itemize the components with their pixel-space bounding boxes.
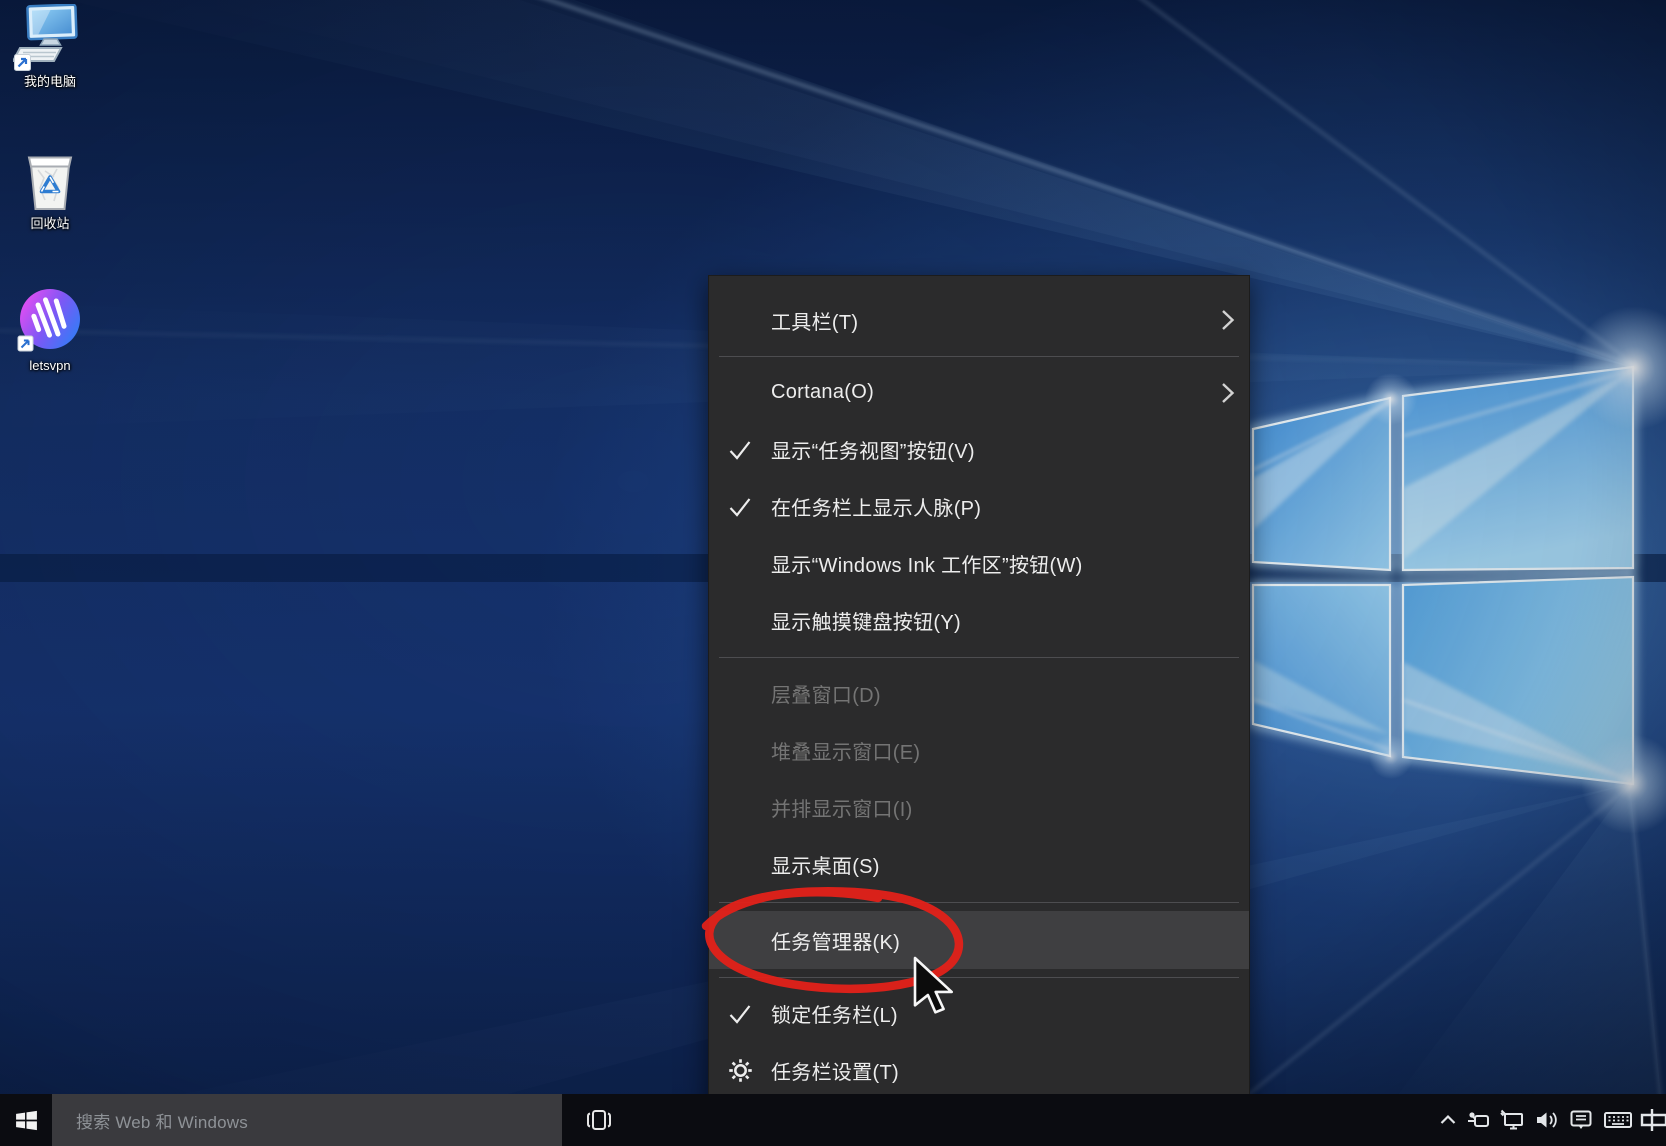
taskbar-context-menu: 工具栏(T) Cortana(O) 显示“任务视图”按钮(V) 在任务栏上显示人… xyxy=(708,275,1250,1120)
gear-icon xyxy=(725,1058,755,1084)
desktop: 我的电脑 回收站 xyxy=(0,0,1666,1146)
windows-logo-icon xyxy=(14,1108,39,1133)
menu-item-taskbar-settings[interactable]: 任务栏设置(T) xyxy=(709,1042,1249,1099)
menu-separator xyxy=(709,893,1249,911)
usb-device-icon[interactable] xyxy=(1462,1094,1496,1146)
ime-icon[interactable] xyxy=(1638,1094,1666,1146)
menu-item-task-manager[interactable]: 任务管理器(K) xyxy=(709,911,1249,969)
checkmark-icon xyxy=(725,494,755,520)
menu-item-label: 任务管理器(K) xyxy=(771,926,900,955)
network-icon[interactable] xyxy=(1496,1094,1530,1146)
menu-item-label: 显示“任务视图”按钮(V) xyxy=(771,435,975,464)
menu-item-toolbars[interactable]: 工具栏(T) xyxy=(709,292,1249,348)
volume-icon[interactable] xyxy=(1530,1094,1564,1146)
checkmark-icon xyxy=(725,1001,755,1027)
menu-item-label: 层叠窗口(D) xyxy=(771,679,881,708)
letsvpn-icon xyxy=(15,288,85,356)
menu-item-cascade-windows: 层叠窗口(D) xyxy=(709,665,1249,722)
menu-separator xyxy=(709,348,1249,364)
menu-item-label: 锁定任务栏(L) xyxy=(771,999,898,1028)
hidden-icons-chevron[interactable] xyxy=(1434,1094,1462,1146)
menu-item-label: 显示桌面(S) xyxy=(771,850,880,879)
taskbar-search-box[interactable]: 搜索 Web 和 Windows xyxy=(52,1094,562,1146)
my-computer-icon xyxy=(13,4,87,72)
menu-item-label: 堆叠显示窗口(E) xyxy=(771,736,920,765)
menu-item-show-desktop[interactable]: 显示桌面(S) xyxy=(709,836,1249,893)
menu-separator xyxy=(709,969,1249,985)
desktop-icon-label: 我的电脑 xyxy=(24,75,76,89)
task-view-icon xyxy=(585,1109,613,1131)
chevron-right-icon xyxy=(1220,308,1235,332)
menu-separator xyxy=(709,649,1249,665)
menu-item-show-people[interactable]: 在任务栏上显示人脉(P) xyxy=(709,478,1249,535)
touch-keyboard-icon[interactable] xyxy=(1598,1094,1638,1146)
task-view-button[interactable] xyxy=(576,1094,622,1146)
menu-item-label: 在任务栏上显示人脉(P) xyxy=(771,492,981,521)
desktop-icon-my-computer[interactable]: 我的电脑 xyxy=(0,4,100,89)
checkmark-icon xyxy=(725,437,755,463)
desktop-icon-label: 回收站 xyxy=(30,217,69,231)
menu-item-show-touch-keyboard[interactable]: 显示触摸键盘按钮(Y) xyxy=(709,592,1249,649)
menu-item-label: 显示触摸键盘按钮(Y) xyxy=(771,606,961,635)
action-center-icon[interactable] xyxy=(1564,1094,1598,1146)
menu-item-label: 并排显示窗口(I) xyxy=(771,793,913,822)
menu-item-show-task-view-button[interactable]: 显示“任务视图”按钮(V) xyxy=(709,421,1249,478)
taskbar: 搜索 Web 和 Windows xyxy=(0,1094,1666,1146)
menu-item-cortana[interactable]: Cortana(O) xyxy=(709,364,1249,421)
menu-item-label: 任务栏设置(T) xyxy=(771,1056,899,1085)
system-tray xyxy=(1434,1094,1660,1146)
menu-item-show-windows-ink[interactable]: 显示“Windows Ink 工作区”按钮(W) xyxy=(709,535,1249,592)
menu-item-lock-taskbar[interactable]: 锁定任务栏(L) xyxy=(709,985,1249,1042)
menu-item-label: 显示“Windows Ink 工作区”按钮(W) xyxy=(771,549,1083,578)
recycle-bin-icon xyxy=(20,146,80,214)
start-button[interactable] xyxy=(0,1094,52,1146)
desktop-icon-label: letsvpn xyxy=(29,359,70,373)
menu-item-label: Cortana(O) xyxy=(771,381,874,404)
chevron-right-icon xyxy=(1220,381,1235,405)
desktop-icon-letsvpn[interactable]: letsvpn xyxy=(0,288,100,373)
menu-item-label: 工具栏(T) xyxy=(771,306,858,335)
menu-item-stack-windows: 堆叠显示窗口(E) xyxy=(709,722,1249,779)
menu-item-side-by-side-windows: 并排显示窗口(I) xyxy=(709,779,1249,836)
search-placeholder: 搜索 Web 和 Windows xyxy=(76,1108,248,1133)
desktop-icon-recycle-bin[interactable]: 回收站 xyxy=(0,146,100,231)
